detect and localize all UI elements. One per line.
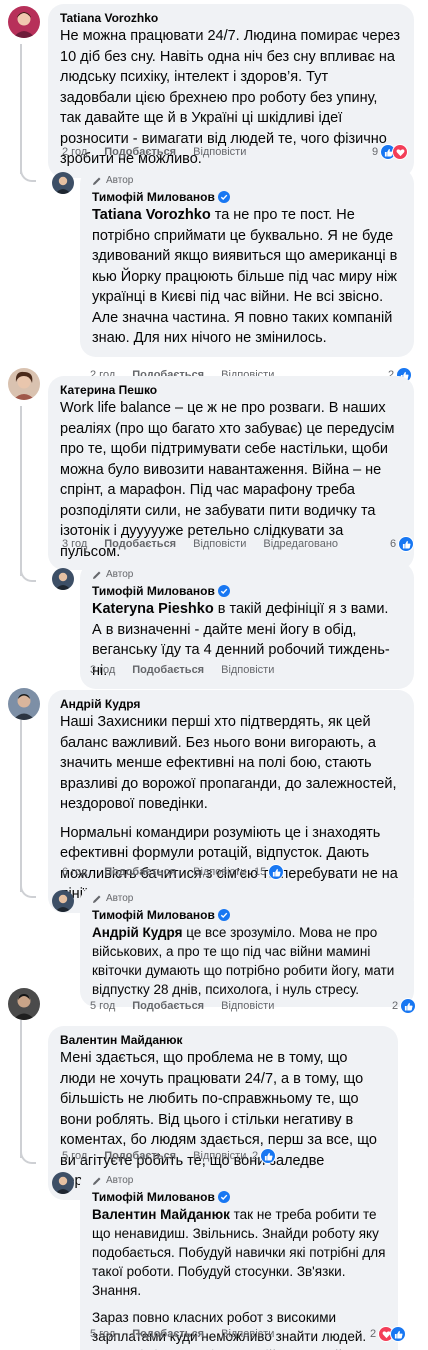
- reply-actions: 5 год Подобається Відповісти: [90, 1328, 291, 1340]
- verified-badge-icon: [217, 191, 230, 203]
- like-button[interactable]: Подобається: [132, 1328, 204, 1340]
- reply-bubble: Автор Тимофій Милованов Tatiana Vorozhko…: [80, 168, 414, 357]
- reply-author-label[interactable]: Тимофій Милованов: [92, 190, 215, 204]
- comment-actions: 2 год Подобається Відповісти: [62, 146, 263, 158]
- reply-button[interactable]: Відповісти: [193, 866, 246, 878]
- reply-text: Андрій Кудря це все зрозуміло. Мова не п…: [92, 923, 402, 999]
- reply-bubble: Автор Тимофій Милованов Андрій Кудря це …: [80, 886, 414, 1007]
- author-badge: Автор: [92, 174, 402, 187]
- author-badge: Автор: [92, 1174, 386, 1187]
- author-badge-label: Автор: [106, 893, 134, 904]
- like-reaction-icon: [390, 1326, 407, 1342]
- comment-time[interactable]: 3 год: [62, 538, 87, 550]
- author-badge-label: Автор: [106, 175, 134, 186]
- reply-author-name[interactable]: Тимофій Милованов: [92, 1189, 386, 1205]
- reply-author-name[interactable]: Тимофій Милованов: [92, 907, 402, 923]
- like-button[interactable]: Подобається: [132, 664, 204, 676]
- author-badge-label: Автор: [106, 569, 134, 580]
- comment-author-name[interactable]: Андрій Кудря: [60, 696, 402, 712]
- pencil-icon: [93, 177, 101, 185]
- love-reaction-icon: [392, 144, 409, 160]
- author-badge-label: Автор: [106, 1175, 134, 1186]
- reply-actions: 3 год Подобається Відповісти: [90, 664, 291, 676]
- avatar[interactable]: [52, 172, 74, 194]
- mention-link[interactable]: Kateryna Pieshko: [92, 601, 214, 617]
- avatar[interactable]: [52, 1172, 74, 1194]
- avatar[interactable]: [52, 890, 74, 912]
- verified-badge-icon: [217, 585, 230, 597]
- pencil-icon: [93, 1177, 101, 1185]
- comment-author-name[interactable]: Катерина Пешко: [60, 382, 402, 398]
- avatar[interactable]: [8, 6, 40, 38]
- mention-link[interactable]: Андрій Кудря: [92, 925, 182, 940]
- reply-author-label[interactable]: Тимофій Милованов: [92, 584, 215, 598]
- reply-time[interactable]: 5 год: [90, 1000, 115, 1012]
- verified-badge-icon: [217, 1191, 230, 1203]
- reactions-count: 9: [372, 146, 379, 158]
- author-badge: Автор: [92, 892, 402, 905]
- comment-time[interactable]: 6 год: [62, 866, 87, 878]
- reply-button[interactable]: Відповісти: [193, 538, 246, 550]
- reply-actions: 5 год Подобається Відповісти: [90, 1000, 291, 1012]
- pencil-icon: [93, 895, 101, 903]
- comment-time[interactable]: 5 год: [62, 1150, 87, 1162]
- reply-author-name[interactable]: Тимофій Милованов: [92, 583, 402, 599]
- like-reaction-icon: [268, 864, 285, 880]
- like-button[interactable]: Подобається: [132, 1000, 204, 1012]
- verified-badge-icon: [217, 909, 230, 921]
- pencil-icon: [93, 571, 101, 579]
- reply-button[interactable]: Відповісти: [193, 146, 246, 158]
- like-button[interactable]: Подобається: [104, 538, 176, 550]
- comment-paragraph: Наші Захисники перші хто підтвердять, як…: [60, 714, 397, 812]
- avatar[interactable]: [8, 368, 40, 400]
- reactions-badge[interactable]: 2: [392, 998, 417, 1014]
- avatar[interactable]: [8, 988, 40, 1020]
- reactions-badge[interactable]: 2: [370, 1326, 407, 1342]
- reactions-count: 2: [370, 1328, 377, 1340]
- edited-label[interactable]: Відредаговано: [263, 538, 338, 550]
- reply-time[interactable]: 5 год: [90, 1328, 115, 1340]
- reactions-count: 2: [392, 1000, 399, 1012]
- author-badge: Автор: [92, 568, 402, 581]
- comment-author-name[interactable]: Tatiana Vorozhko: [60, 10, 402, 26]
- reply-text: Tatiana Vorozhko та не про те пост. Не п…: [92, 205, 402, 349]
- reactions-count: 6: [390, 538, 397, 550]
- reply-author-label[interactable]: Тимофій Милованов: [92, 1190, 215, 1204]
- reactions-badge[interactable]: 15: [254, 864, 285, 880]
- reply-text-content: та не про те пост. Не потрібно сприймати…: [92, 207, 398, 346]
- comment-bubble: Андрій Кудря Наші Захисники перші хто пі…: [48, 690, 414, 913]
- reply-button[interactable]: Відповісти: [193, 1150, 246, 1162]
- reply-time[interactable]: 3 год: [90, 664, 115, 676]
- like-reaction-icon: [400, 998, 417, 1014]
- like-button[interactable]: Подобається: [104, 866, 176, 878]
- like-reaction-icon: [398, 536, 415, 552]
- mention-link[interactable]: Валентин Майданюк: [92, 1207, 230, 1222]
- reactions-badge[interactable]: 2: [252, 1148, 277, 1164]
- like-button[interactable]: Подобається: [104, 146, 176, 158]
- reply-button[interactable]: Відповісти: [221, 664, 274, 676]
- reply-button[interactable]: Відповісти: [221, 1328, 274, 1340]
- comment-actions: 3 год Подобається Відповісти Відредагова…: [62, 538, 355, 550]
- reply-button[interactable]: Відповісти: [221, 1000, 274, 1012]
- reply-author-label[interactable]: Тимофій Милованов: [92, 908, 215, 922]
- reactions-count: 15: [254, 866, 267, 878]
- avatar[interactable]: [8, 688, 40, 720]
- comment-time[interactable]: 2 год: [62, 146, 87, 158]
- reactions-badge[interactable]: 9: [372, 144, 409, 160]
- reply-author-name[interactable]: Тимофій Милованов: [92, 189, 402, 205]
- like-button[interactable]: Подобається: [104, 1150, 176, 1162]
- comment-actions: 6 год Подобається Відповісти: [62, 866, 263, 878]
- avatar[interactable]: [52, 568, 74, 590]
- reactions-badge[interactable]: 6: [390, 536, 415, 552]
- reply-bubble: Автор Тимофій Милованов Валентин Майданю…: [80, 1168, 398, 1350]
- like-reaction-icon: [260, 1148, 277, 1164]
- mention-link[interactable]: Tatiana Vorozhko: [92, 207, 211, 223]
- reactions-count: 2: [252, 1150, 259, 1162]
- comment-actions: 5 год Подобається Відповісти: [62, 1150, 263, 1162]
- comment-author-name[interactable]: Валентин Майданюк: [60, 1032, 386, 1048]
